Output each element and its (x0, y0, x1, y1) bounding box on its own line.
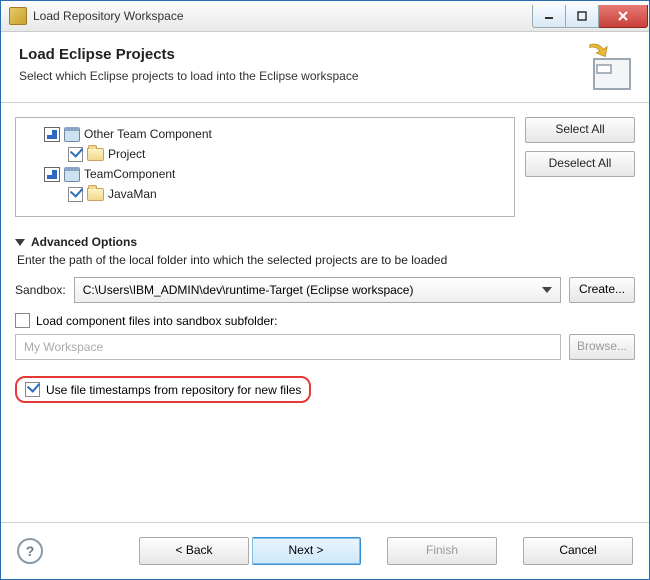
checkbox-icon[interactable] (15, 313, 30, 328)
dialog-window: Load Repository Workspace Load Eclipse P… (0, 0, 650, 580)
advanced-section: Advanced Options Enter the path of the l… (15, 235, 635, 403)
checkbox-icon[interactable] (68, 187, 83, 202)
checkbox-icon[interactable] (44, 127, 60, 142)
minimize-icon (544, 11, 554, 21)
component-label: TeamComponent (84, 167, 175, 181)
component-label: Other Team Component (84, 127, 212, 141)
tree-project[interactable]: JavaMan (22, 184, 508, 204)
load-subfolder-row[interactable]: Load component files into sandbox subfol… (15, 313, 635, 328)
dialog-content: Other Team Component Project TeamCompone… (1, 103, 649, 522)
checkbox-icon[interactable] (68, 147, 83, 162)
create-sandbox-button[interactable]: Create... (569, 277, 635, 303)
minimize-button[interactable] (532, 5, 566, 28)
window-title: Load Repository Workspace (33, 9, 532, 23)
cancel-button[interactable]: Cancel (523, 537, 633, 565)
next-button[interactable]: Next > (252, 537, 361, 565)
chevron-down-icon (15, 239, 25, 246)
project-label: Project (108, 147, 145, 161)
load-subfolder-label: Load component files into sandbox subfol… (36, 314, 278, 328)
tree-component[interactable]: Other Team Component (22, 124, 508, 144)
finish-button: Finish (387, 537, 497, 565)
folder-icon (87, 188, 104, 201)
titlebar[interactable]: Load Repository Workspace (1, 1, 649, 32)
folder-icon (87, 148, 104, 161)
maximize-button[interactable] (566, 5, 599, 28)
advanced-description: Enter the path of the local folder into … (17, 253, 635, 267)
select-all-button[interactable]: Select All (525, 117, 635, 143)
dialog-header: Load Eclipse Projects Select which Eclip… (1, 32, 649, 103)
dialog-footer: ? < Back Next > Finish Cancel (1, 522, 649, 579)
tree-project[interactable]: Project (22, 144, 508, 164)
window-controls (532, 5, 648, 27)
close-icon (617, 10, 629, 22)
subfolder-placeholder: My Workspace (24, 340, 103, 354)
tree-component[interactable]: TeamComponent (22, 164, 508, 184)
checkbox-icon[interactable] (44, 167, 60, 182)
project-label: JavaMan (108, 187, 157, 201)
sandbox-label: Sandbox: (15, 283, 66, 297)
browse-button: Browse... (569, 334, 635, 360)
app-icon (9, 7, 27, 25)
wizard-banner-icon (581, 46, 631, 90)
help-button[interactable]: ? (17, 538, 43, 564)
sandbox-select[interactable]: C:\Users\IBM_ADMIN\dev\runtime-Target (E… (74, 277, 561, 303)
sandbox-value: C:\Users\IBM_ADMIN\dev\runtime-Target (E… (83, 283, 414, 297)
checkbox-icon[interactable] (25, 382, 40, 397)
project-tree[interactable]: Other Team Component Project TeamCompone… (15, 117, 515, 217)
timestamps-label: Use file timestamps from repository for … (46, 383, 301, 397)
back-button[interactable]: < Back (139, 537, 249, 565)
close-button[interactable] (599, 5, 648, 28)
subfolder-input: My Workspace (15, 334, 561, 360)
page-subtitle: Select which Eclipse projects to load in… (19, 69, 581, 83)
component-icon (64, 127, 80, 142)
timestamps-option-highlight: Use file timestamps from repository for … (15, 376, 311, 403)
advanced-title: Advanced Options (31, 235, 137, 249)
component-icon (64, 167, 80, 182)
maximize-icon (577, 11, 587, 21)
page-title: Load Eclipse Projects (19, 46, 581, 63)
deselect-all-button[interactable]: Deselect All (525, 151, 635, 177)
advanced-toggle[interactable]: Advanced Options (15, 235, 635, 249)
